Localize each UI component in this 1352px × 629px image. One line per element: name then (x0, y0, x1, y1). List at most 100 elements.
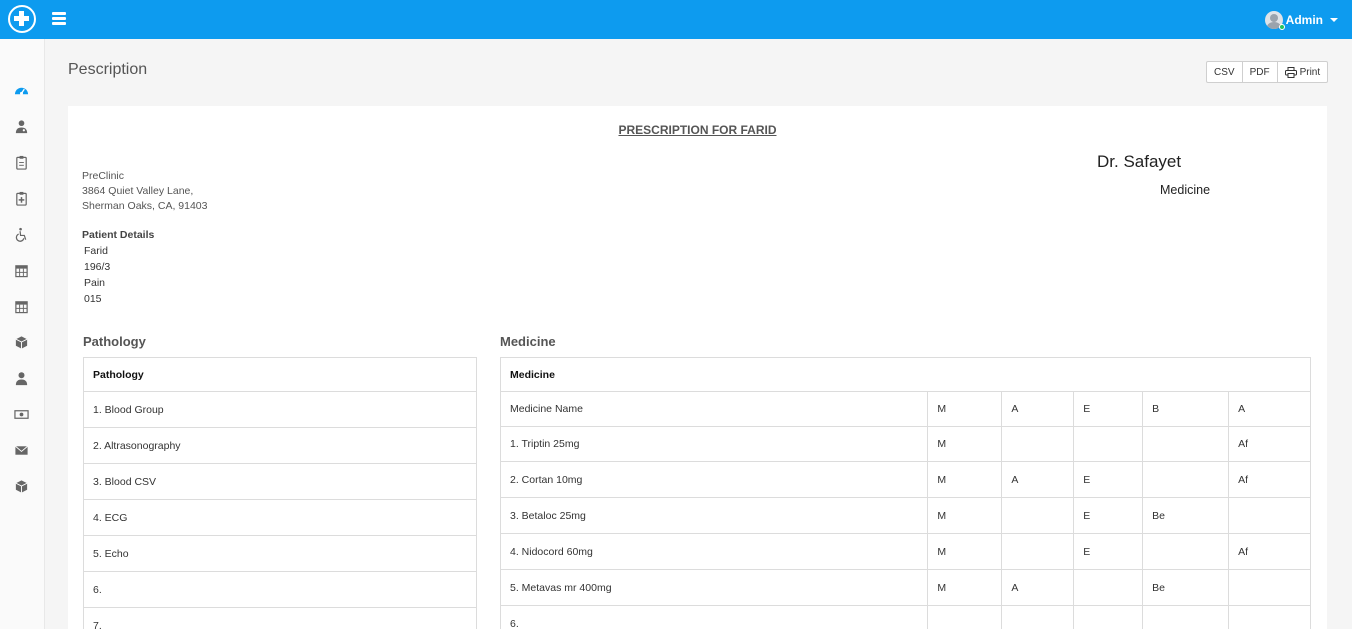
pathology-item: 7. (83, 607, 477, 629)
money-icon[interactable] (13, 406, 30, 423)
medicine-name: 2. Cortan 10mg (499, 461, 929, 498)
doctor-icon[interactable] (13, 118, 30, 135)
column-header: Medicine Name (499, 391, 929, 427)
medicine-name: 6. (499, 605, 929, 629)
print-label: Print (1299, 66, 1321, 78)
clinic-address-line1: 3864 Quiet Valley Lane, (82, 185, 194, 197)
table-row: 6. (83, 571, 477, 608)
patient-id: 196/3 (84, 261, 111, 273)
export-button-group: CSV PDF Print (1206, 61, 1329, 83)
table-row: 6. (499, 605, 1311, 629)
table-row: 4. ECG (83, 499, 477, 536)
table-row: 4. Nidocord 60mg M E Af (499, 533, 1311, 570)
chevron-down-icon (1330, 18, 1338, 22)
dose-cell (1228, 497, 1311, 534)
clipboard-icon[interactable] (13, 154, 30, 171)
dose-cell: M (927, 533, 1003, 570)
dose-cell: Af (1228, 533, 1311, 570)
pathology-item: 5. Echo (83, 535, 477, 572)
dose-cell: M (927, 426, 1003, 462)
patient-details-label: Patient Details (82, 229, 155, 241)
user-name: Admin (1285, 13, 1323, 27)
user-menu[interactable]: Admin (1264, 10, 1338, 30)
column-header: A (1001, 391, 1075, 427)
dose-cell: Af (1228, 461, 1311, 498)
dose-cell (1001, 426, 1075, 462)
table-row: 7. (83, 607, 477, 629)
prescription-card: PRESCRIPTION FOR FARID PreClinic 3864 Qu… (68, 106, 1327, 629)
table-columns-row: Medicine Name M A E B A (499, 391, 1311, 427)
table-row: 2. Cortan 10mg M A E Af (499, 461, 1311, 498)
dose-cell: M (927, 569, 1003, 606)
dose-cell (1073, 426, 1144, 462)
dose-cell: M (927, 461, 1003, 498)
table-header-row: Medicine (500, 357, 1311, 392)
medicine-name: 4. Nidocord 60mg (499, 533, 929, 570)
pathology-item: 1. Blood Group (83, 391, 477, 428)
medicine-section-title: Medicine (500, 334, 556, 349)
logo-icon[interactable] (8, 5, 36, 33)
dose-cell (1228, 605, 1311, 629)
column-header: B (1142, 391, 1230, 427)
medicine-name: 5. Metavas mr 400mg (499, 569, 929, 606)
pathology-item: 6. (83, 571, 477, 608)
dose-cell (1142, 426, 1230, 462)
pathology-header: Pathology (83, 357, 477, 392)
table-header-row: Pathology (83, 357, 477, 392)
dose-cell (1073, 569, 1144, 606)
clinic-name: PreClinic (82, 170, 125, 182)
dose-cell (1001, 533, 1075, 570)
dose-cell (1142, 461, 1230, 498)
dose-cell: A (1001, 461, 1075, 498)
doctor-name: Dr. Safayet (1097, 152, 1182, 171)
dose-cell (1001, 605, 1075, 629)
dose-cell: M (927, 497, 1003, 534)
pathology-item: 2. Altrasonography (83, 427, 477, 464)
table-row: 2. Altrasonography (83, 427, 477, 464)
cube-icon[interactable] (13, 334, 30, 351)
dose-cell (927, 605, 1003, 629)
column-header: A (1228, 391, 1311, 427)
dose-cell (1142, 605, 1230, 629)
table-row: 1. Blood Group (83, 391, 477, 428)
user-icon[interactable] (13, 370, 30, 387)
table-row: 5. Echo (83, 535, 477, 572)
dose-cell: E (1073, 533, 1144, 570)
envelope-icon[interactable] (13, 442, 30, 459)
patient-details: Farid 196/3 Pain 015 (84, 243, 110, 307)
medicine-table: Medicine Medicine Name M A E B A 1. Trip… (499, 357, 1311, 629)
dose-cell (1142, 533, 1230, 570)
pathology-item: 3. Blood CSV (83, 463, 477, 500)
dose-cell: Af (1228, 426, 1311, 462)
page-title: Pescription (68, 61, 148, 78)
package-icon[interactable] (13, 478, 30, 495)
table-row: 5. Metavas mr 400mg M A Be (499, 569, 1311, 606)
pathology-item: 4. ECG (83, 499, 477, 536)
calendar-icon[interactable] (13, 262, 30, 279)
top-navbar: Admin (0, 0, 1352, 39)
table-row: 1. Triptin 25mg M Af (499, 426, 1311, 462)
medicine-name: 1. Triptin 25mg (499, 426, 929, 462)
dashboard-icon[interactable] (13, 82, 30, 99)
medicine-name: 3. Betaloc 25mg (499, 497, 929, 534)
patient-code: 015 (84, 293, 102, 305)
menu-toggle-icon[interactable] (52, 12, 66, 26)
print-button[interactable]: Print (1277, 61, 1329, 83)
table-row: 3. Blood CSV (83, 463, 477, 500)
dose-cell: E (1073, 461, 1144, 498)
pathology-section-title: Pathology (83, 334, 146, 349)
patient-complaint: Pain (84, 277, 106, 289)
calendar-alt-icon[interactable] (13, 298, 30, 315)
dose-cell (1073, 605, 1144, 629)
csv-button[interactable]: CSV (1206, 61, 1243, 83)
dose-cell: Be (1142, 569, 1230, 606)
online-status-icon (1279, 24, 1285, 30)
print-icon (1284, 66, 1297, 78)
column-header: E (1073, 391, 1144, 427)
dose-cell: E (1073, 497, 1144, 534)
pdf-button[interactable]: PDF (1242, 61, 1278, 83)
dose-cell (1001, 497, 1075, 534)
wheelchair-icon[interactable] (13, 226, 30, 243)
table-row: 3. Betaloc 25mg M E Be (499, 497, 1311, 534)
hospital-icon[interactable] (13, 190, 30, 207)
